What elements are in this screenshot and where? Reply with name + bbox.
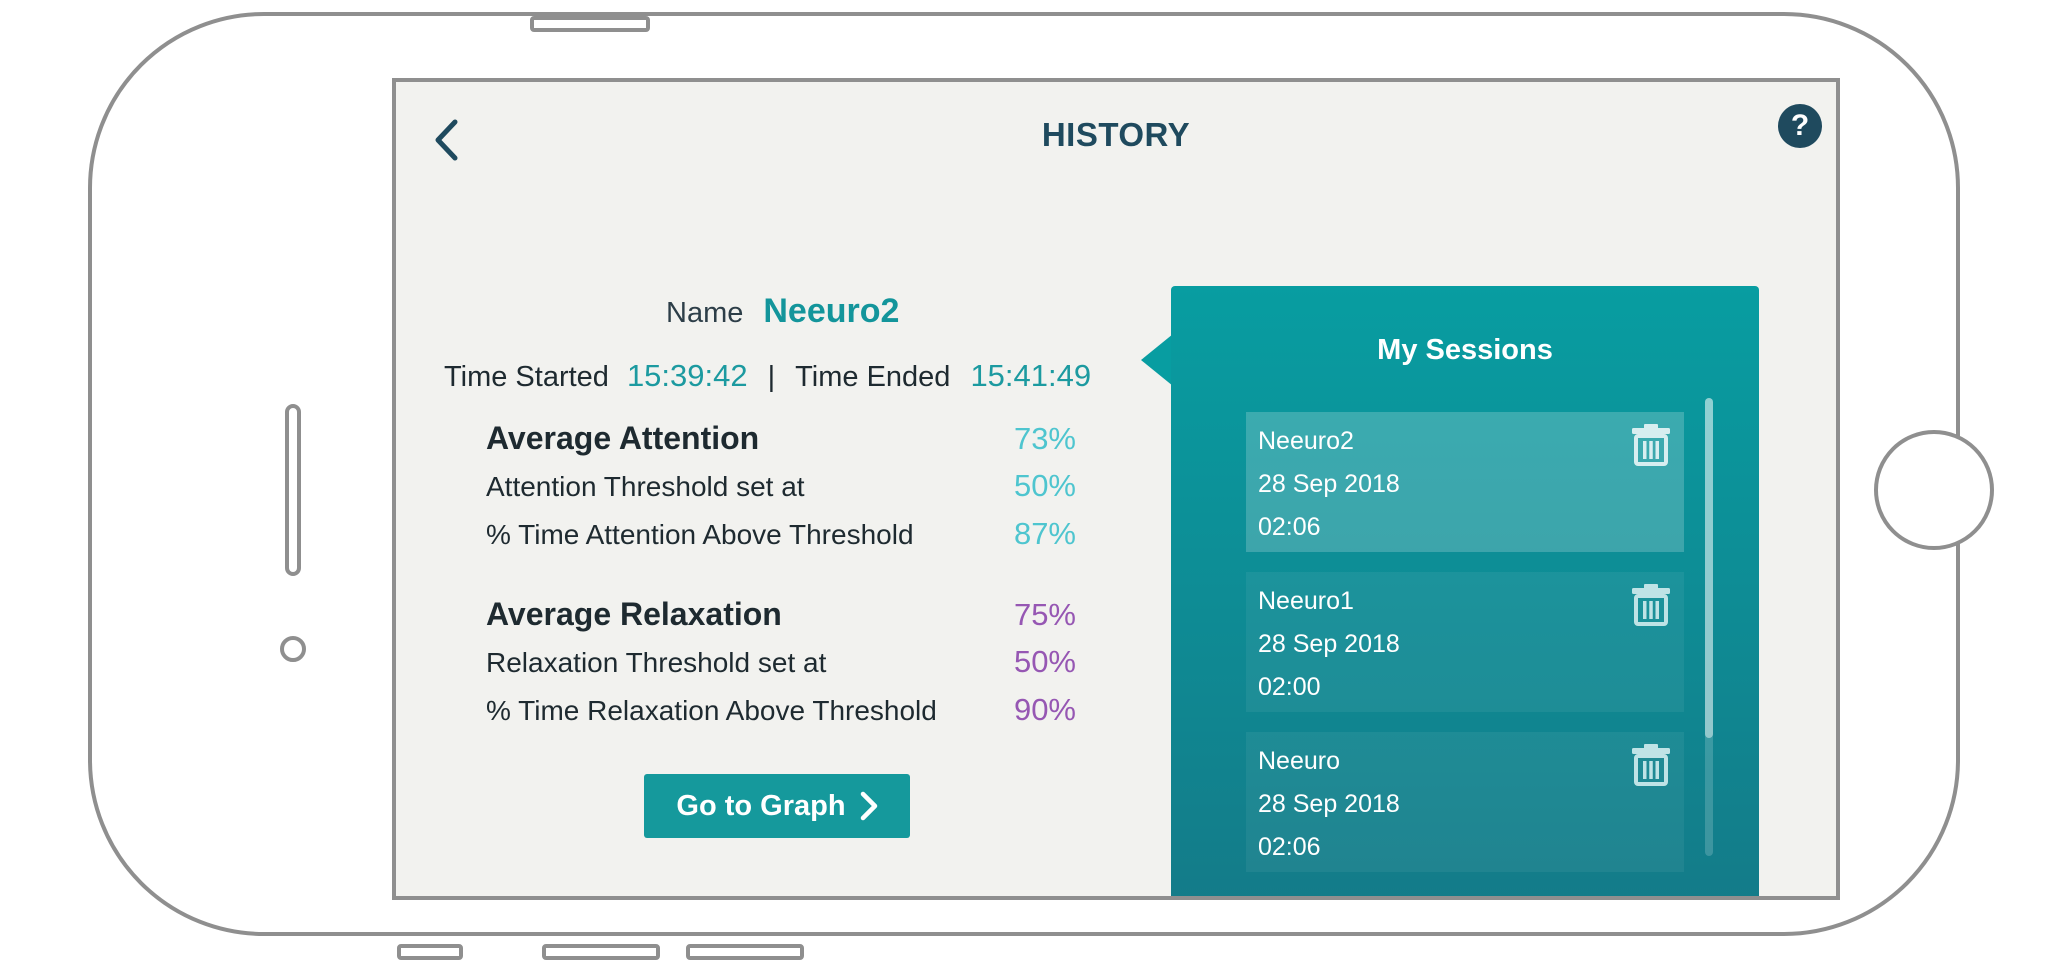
go-to-graph-label: Go to Graph <box>676 789 846 822</box>
stat-row: Average Attention 73% <box>486 420 1076 468</box>
average-attention-label: Average Attention <box>486 420 760 456</box>
question-circle-icon[interactable]: ? <box>1778 104 1822 148</box>
stat-row: % Time Attention Above Threshold 87% <box>486 516 1076 564</box>
stat-row: % Time Relaxation Above Threshold 90% <box>486 692 1076 740</box>
session-name: Neeuro <box>1258 747 1340 775</box>
average-attention-value: 73% <box>1013 421 1076 456</box>
trash-icon[interactable] <box>1630 422 1672 466</box>
trash-icon[interactable] <box>1630 582 1672 626</box>
stat-row: Average Relaxation 75% <box>486 596 1076 644</box>
session-item[interactable]: Neeuro 28 Sep 2018 02:06 <box>1246 732 1684 872</box>
sessions-scrollbar[interactable] <box>1705 398 1713 856</box>
attention-above-value: 87% <box>1013 516 1076 551</box>
session-name-row: Name Neeuro2 <box>666 292 899 331</box>
session-date: 28 Sep 2018 <box>1258 470 1400 498</box>
earpiece-speaker <box>285 404 301 576</box>
my-sessions-title: My Sessions <box>1377 334 1553 366</box>
my-sessions-panel: My Sessions Neeuro2 28 Sep 2018 02:06 Ne… <box>1171 286 1759 896</box>
power-button <box>530 16 650 32</box>
scrollbar-thumb[interactable] <box>1705 398 1713 738</box>
session-date: 28 Sep 2018 <box>1258 630 1400 658</box>
session-time-row: Time Started 15:39:42 | Time Ended 15:41… <box>444 358 1091 394</box>
panel-pointer <box>1141 334 1173 386</box>
go-to-graph-button[interactable]: Go to Graph <box>644 774 910 838</box>
session-name: Neeuro2 <box>1258 427 1354 455</box>
front-camera <box>280 636 306 662</box>
attention-stats: Average Attention 73% Attention Threshol… <box>486 420 1076 564</box>
relaxation-threshold-label: Relaxation Threshold set at <box>486 647 827 678</box>
stat-row: Attention Threshold set at 50% <box>486 468 1076 516</box>
time-started-label: Time Started <box>444 361 609 393</box>
session-item[interactable]: Neeuro1 28 Sep 2018 02:00 <box>1246 572 1684 712</box>
session-date: 28 Sep 2018 <box>1258 790 1400 818</box>
phone-frame: HISTORY ? Name Neeuro2 Time Started 15:3… <box>88 12 1994 960</box>
attention-threshold-label: Attention Threshold set at <box>486 471 805 502</box>
session-item[interactable]: Neeuro2 28 Sep 2018 02:06 <box>1246 412 1684 552</box>
relaxation-stats: Average Relaxation 75% Relaxation Thresh… <box>486 596 1076 740</box>
trash-icon[interactable] <box>1630 742 1672 786</box>
app-screen: HISTORY ? Name Neeuro2 Time Started 15:3… <box>392 78 1840 900</box>
time-started-value: 15:39:42 <box>626 358 748 393</box>
side-switch <box>397 944 463 960</box>
relaxation-above-label: % Time Relaxation Above Threshold <box>486 695 937 726</box>
time-ended-label: Time Ended <box>795 361 951 393</box>
time-separator: | <box>767 361 776 393</box>
chevron-right-icon <box>860 791 877 821</box>
attention-above-label: % Time Attention Above Threshold <box>486 519 914 550</box>
session-duration: 02:06 <box>1258 513 1321 541</box>
relaxation-above-value: 90% <box>1013 692 1076 727</box>
average-relaxation-label: Average Relaxation <box>486 596 782 632</box>
name-label: Name <box>666 297 744 329</box>
session-duration: 02:06 <box>1258 833 1321 861</box>
volume-down-button <box>686 944 804 960</box>
attention-threshold-value: 50% <box>1013 468 1076 503</box>
page-title: HISTORY <box>1041 116 1191 153</box>
home-button <box>1874 430 1994 550</box>
volume-up-button <box>542 944 660 960</box>
average-relaxation-value: 75% <box>1013 597 1076 632</box>
relaxation-threshold-value: 50% <box>1013 644 1076 679</box>
time-ended-value: 15:41:49 <box>970 358 1092 393</box>
session-name: Neeuro1 <box>1258 587 1354 615</box>
name-value: Neeuro2 <box>763 292 900 330</box>
session-duration: 02:00 <box>1258 673 1321 701</box>
stat-row: Relaxation Threshold set at 50% <box>486 644 1076 692</box>
